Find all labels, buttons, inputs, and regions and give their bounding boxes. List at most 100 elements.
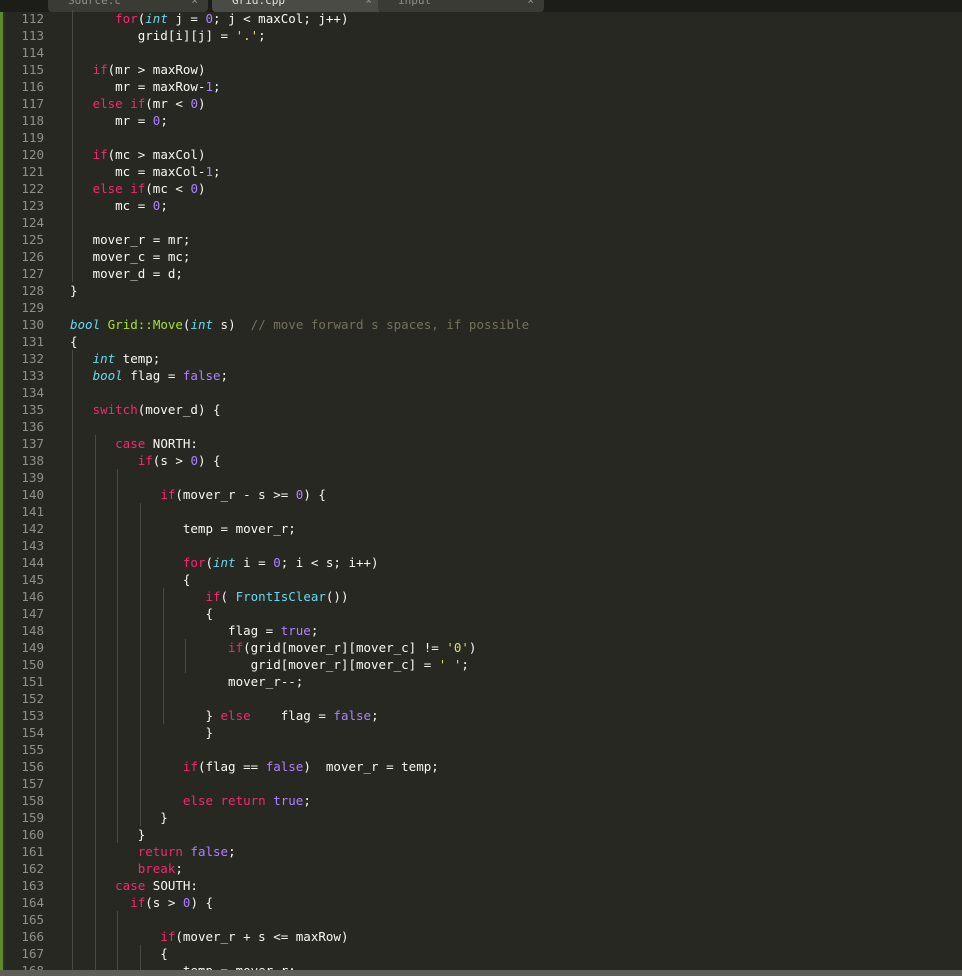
code-line[interactable]: 117 else if(mr < 0) [0, 95, 962, 112]
code-line[interactable]: 135 switch(mover_d) { [0, 401, 962, 418]
line-number: 126 [21, 249, 44, 264]
code-line[interactable]: 141 [0, 503, 962, 520]
code-line[interactable]: 131 { [0, 333, 962, 350]
code-line[interactable]: 162 break; [0, 860, 962, 877]
code-line[interactable]: 160 } [0, 826, 962, 843]
line-code: if(mover_r - s >= 0) { [160, 487, 326, 502]
line-number: 161 [21, 844, 44, 859]
line-code: break; [137, 861, 183, 876]
line-number: 135 [21, 402, 44, 417]
code-line[interactable]: 143 [0, 537, 962, 554]
code-line[interactable]: 132 int temp; [0, 350, 962, 367]
code-line[interactable]: 136 [0, 418, 962, 435]
line-number: 125 [21, 232, 44, 247]
close-icon[interactable]: × [527, 0, 534, 8]
code-line[interactable]: 156 if(flag == false) mover_r = temp; [0, 758, 962, 775]
code-line[interactable]: 116 mr = maxRow-1; [0, 78, 962, 95]
line-number: 157 [21, 776, 44, 791]
line-code: else if(mr < 0) [92, 96, 206, 111]
code-line[interactable]: 118 mr = 0; [0, 112, 962, 129]
line-number: 121 [21, 164, 44, 179]
code-line[interactable]: 139 [0, 469, 962, 486]
code-line[interactable]: 134 [0, 384, 962, 401]
line-code: flag = true; [70, 623, 319, 638]
indent-guide [72, 350, 73, 976]
code-line[interactable]: 122 else if(mc < 0) [0, 180, 962, 197]
code-line[interactable]: 164 if(s > 0) { [0, 894, 962, 911]
code-line[interactable]: 167 { [0, 945, 962, 962]
close-icon[interactable]: × [191, 0, 198, 8]
code-line[interactable]: 123 mc = 0; [0, 197, 962, 214]
line-code: mr = maxRow-1; [70, 79, 221, 94]
code-line[interactable]: 148 flag = true; [0, 622, 962, 639]
tab-label: input [398, 0, 432, 7]
code-line[interactable]: 137 case NORTH: [0, 435, 962, 452]
code-line[interactable]: 163 case SOUTH: [0, 877, 962, 894]
code-line[interactable]: 121 mc = maxCol-1; [0, 163, 962, 180]
indent-guide [94, 435, 96, 976]
code-line[interactable]: 153 } else flag = false; [0, 707, 962, 724]
line-number: 167 [21, 946, 44, 961]
code-line[interactable]: 133 bool flag = false; [0, 367, 962, 384]
code-line[interactable]: 112 for(int j = 0; j < maxCol; j++) [0, 10, 962, 27]
line-number: 136 [21, 419, 44, 434]
line-number: 144 [21, 555, 44, 570]
line-number: 123 [21, 198, 44, 213]
code-line[interactable]: 154 } [0, 724, 962, 741]
code-line[interactable]: 142 temp = mover_r; [0, 520, 962, 537]
line-code: if(mr > maxRow) [92, 62, 206, 77]
indent-guide [162, 588, 164, 724]
code-line[interactable]: 151 mover_r--; [0, 673, 962, 690]
close-icon[interactable]: × [365, 0, 372, 8]
code-line[interactable]: 125 mover_r = mr; [0, 231, 962, 248]
line-code: if(mover_r + s <= maxRow) [160, 929, 349, 944]
code-line[interactable]: 157 [0, 775, 962, 792]
line-code: for(int i = 0; i < s; i++) [182, 555, 379, 570]
line-code: for(int j = 0; j < maxCol; j++) [115, 11, 349, 26]
line-number: 162 [21, 861, 44, 876]
line-code: mover_d = d; [70, 266, 183, 281]
line-number: 137 [21, 436, 44, 451]
code-line[interactable]: 166 if(mover_r + s <= maxRow) [0, 928, 962, 945]
code-line[interactable]: 114 [0, 44, 962, 61]
code-line[interactable]: 124 [0, 214, 962, 231]
code-line[interactable]: 126 mover_c = mc; [0, 248, 962, 265]
line-code: bool flag = false; [92, 368, 229, 383]
code-line[interactable]: 113 grid[i][j] = '.'; [0, 27, 962, 44]
line-code: { [70, 606, 213, 621]
code-lines[interactable]: 112 for(int j = 0; j < maxCol; j++) 113 g… [0, 10, 962, 976]
code-line[interactable]: 130 bool Grid::Move(int s) // move forwar… [0, 316, 962, 333]
code-line[interactable]: 127 mover_d = d; [0, 265, 962, 282]
code-line[interactable]: 115 if(mr > maxRow) [0, 61, 962, 78]
code-line[interactable]: 145 { [0, 571, 962, 588]
code-line[interactable]: 119 [0, 129, 962, 146]
code-line[interactable]: 149 if(grid[mover_r][mover_c] != '0') [0, 639, 962, 656]
code-line[interactable]: 155 [0, 741, 962, 758]
line-number: 132 [21, 351, 44, 366]
code-line[interactable]: 129 [0, 299, 962, 316]
line-code: case NORTH: [115, 436, 198, 451]
indent-guide [117, 911, 119, 976]
code-line[interactable]: 146 if( FrontIsClear()) [0, 588, 962, 605]
code-line[interactable]: 128} [0, 282, 962, 299]
code-line[interactable]: 152 [0, 690, 962, 707]
code-line[interactable]: 140 if(mover_r - s >= 0) { [0, 486, 962, 503]
code-line[interactable]: 138 if(s > 0) { [0, 452, 962, 469]
code-editor[interactable]: Source.c × Grid.cpp × input × 112 for(in… [0, 0, 962, 976]
horizontal-scrollbar[interactable] [0, 970, 962, 976]
code-line[interactable]: 120 if(mc > maxCol) [0, 146, 962, 163]
line-code: { [70, 334, 78, 349]
line-number: 112 [21, 11, 44, 26]
line-number: 114 [21, 45, 44, 60]
code-line[interactable]: 161 return false; [0, 843, 962, 860]
line-number: 119 [21, 130, 44, 145]
code-line[interactable]: 150 grid[mover_r][mover_c] = ' '; [0, 656, 962, 673]
indent-guide [117, 469, 119, 843]
line-number: 160 [21, 827, 44, 842]
code-line[interactable]: 147 { [0, 605, 962, 622]
code-line[interactable]: 165 [0, 911, 962, 928]
tab-label: Grid.cpp [232, 0, 285, 7]
code-line[interactable]: 159 } [0, 809, 962, 826]
code-line[interactable]: 158 else return true; [0, 792, 962, 809]
code-line[interactable]: 144 for(int i = 0; i < s; i++) [0, 554, 962, 571]
